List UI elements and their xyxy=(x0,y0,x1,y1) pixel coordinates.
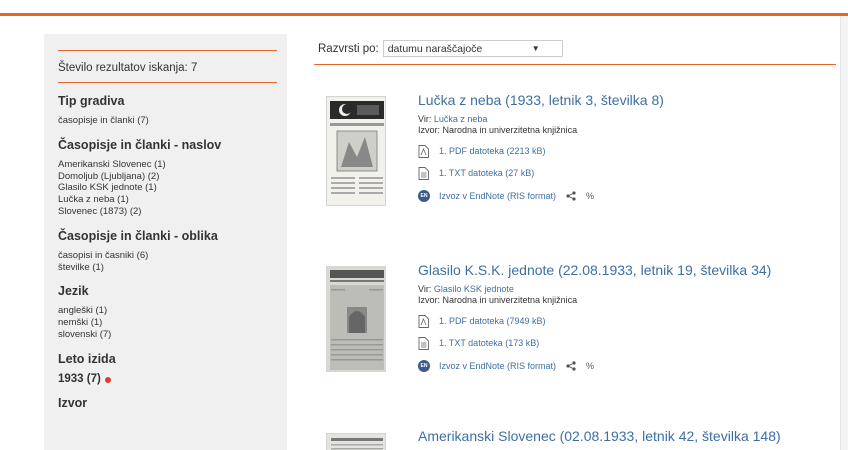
facet-year-label: 1933 (7) xyxy=(58,372,101,385)
remove-filter-icon[interactable] xyxy=(104,376,111,383)
facet-oblika: Časopisje in članki - oblika časopisi in… xyxy=(58,229,277,274)
facet-izvor: Izvor xyxy=(58,396,277,411)
facet-jezik: Jezik angleški (1) nemški (1) slovenski … xyxy=(58,284,277,340)
facet-item[interactable]: časopisje in članki (7) xyxy=(58,115,277,127)
share-icon[interactable] xyxy=(566,191,576,201)
sidebar-rule xyxy=(58,82,277,83)
result-body: Glasilo K.S.K. jednote (22.08.1933, letn… xyxy=(418,262,828,373)
txt-file-link[interactable]: 1. TXT datoteka (27 kB) xyxy=(418,166,828,180)
txt-file-label: 1. TXT datoteka (27 kB) xyxy=(439,168,535,178)
facet-title: Časopisje in članki - naslov xyxy=(58,137,222,152)
endnote-icon: EN xyxy=(418,190,430,202)
source-link[interactable]: Glasilo KSK jednote xyxy=(434,284,514,294)
result-title-link[interactable]: Amerikanski Slovenec (02.08.1933, letnik… xyxy=(418,428,828,445)
facet-title: Leto izida xyxy=(58,351,116,366)
sidebar-rule-top xyxy=(58,50,277,51)
dropdown-caret-icon: ▼ xyxy=(531,44,540,53)
facet-title: Jezik xyxy=(58,284,89,299)
pdf-file-label: 1. PDF datoteka (7949 kB) xyxy=(439,316,546,326)
text-file-icon xyxy=(418,166,429,180)
result-body: Lučka z neba (1933, letnik 3, številka 8… xyxy=(418,92,828,203)
facet-item[interactable]: slovenski (7) xyxy=(58,329,277,341)
source-label: Vir: xyxy=(418,114,432,124)
facet-item[interactable]: Amerikanski Slovenec (1) xyxy=(58,159,277,171)
link-icon[interactable]: % xyxy=(586,191,594,201)
result-thumbnail[interactable] xyxy=(326,96,386,206)
endnote-icon: EN xyxy=(418,360,430,372)
top-accent-bar xyxy=(0,0,848,16)
result-source: Vir: Lučka z neba xyxy=(418,114,828,125)
right-scroll-edge xyxy=(840,16,848,450)
facet-year-item[interactable]: 1933 (7) xyxy=(58,373,277,385)
result-origin: Izvor: Narodna in univerzitetna knjižnic… xyxy=(418,295,578,305)
txt-file-label: 1. TXT datoteka (173 kB) xyxy=(439,338,540,348)
sort-label: Razvrsti po: xyxy=(318,42,379,55)
result-thumbnail[interactable] xyxy=(326,433,386,450)
result-thumbnail[interactable] xyxy=(326,266,386,372)
result-count: Število rezultatov iskanja: 7 xyxy=(58,62,198,74)
newspaper-thumbnail-image xyxy=(327,267,385,371)
newspaper-thumbnail-image xyxy=(327,97,385,205)
sort-value: datumu naraščajoče xyxy=(387,42,483,55)
result-title-link[interactable]: Glasilo K.S.K. jednote (22.08.1933, letn… xyxy=(418,262,828,279)
facet-item[interactable]: Domoljub (Ljubljana) (2) xyxy=(58,171,277,183)
facet-tip-gradiva: Tip gradiva časopisje in članki (7) xyxy=(58,94,277,127)
share-icon[interactable] xyxy=(566,361,576,371)
newspaper-thumbnail-image xyxy=(327,434,385,450)
sort-select[interactable]: datumu naraščajoče ▼ xyxy=(382,40,563,57)
facet-sidebar: Število rezultatov iskanja: 7 Tip gradiv… xyxy=(44,34,287,450)
txt-file-link[interactable]: 1. TXT datoteka (173 kB) xyxy=(418,336,828,350)
sort-bar: Razvrsti po: datumu naraščajoče ▼ xyxy=(318,40,563,57)
facet-title: Časopisje in članki - oblika xyxy=(58,228,218,243)
facet-title: Tip gradiva xyxy=(58,94,125,108)
facet-item[interactable]: Slovenec (1873) (2) xyxy=(58,206,277,218)
facet-item[interactable]: Glasilo KSK jednote (1) xyxy=(58,182,277,194)
text-file-icon xyxy=(418,336,429,350)
facet-item[interactable]: številke (1) xyxy=(58,262,277,274)
pdf-file-icon xyxy=(418,314,429,328)
pdf-file-icon xyxy=(418,144,429,158)
source-label: Vir: xyxy=(418,284,432,294)
pdf-file-link[interactable]: 1. PDF datoteka (7949 kB) xyxy=(418,314,828,328)
result-origin: Izvor: Narodna in univerzitetna knjižnic… xyxy=(418,125,578,135)
facet-title: Izvor xyxy=(58,395,88,410)
export-row: EN Izvoz v EndNote (RIS format) % xyxy=(418,359,828,373)
export-endnote-link[interactable]: Izvoz v EndNote (RIS format) xyxy=(439,361,556,371)
facet-item[interactable]: angleški (1) xyxy=(58,305,277,317)
facet-item[interactable]: Lučka z neba (1) xyxy=(58,194,277,206)
facet-item[interactable]: nemški (1) xyxy=(58,317,277,329)
export-endnote-link[interactable]: Izvoz v EndNote (RIS format) xyxy=(439,191,556,201)
link-icon[interactable]: % xyxy=(586,361,594,371)
result-source: Vir: Glasilo KSK jednote xyxy=(418,284,828,295)
export-row: EN Izvoz v EndNote (RIS format) % xyxy=(418,189,828,203)
pdf-file-link[interactable]: 1. PDF datoteka (2213 kB) xyxy=(418,144,828,158)
facet-leto-izida: Leto izida 1933 (7) xyxy=(58,352,277,385)
facet-naslov: Časopisje in članki - naslov Amerikanski… xyxy=(58,138,277,218)
result-title-link[interactable]: Lučka z neba (1933, letnik 3, številka 8… xyxy=(418,92,828,109)
source-link[interactable]: Lučka z neba xyxy=(434,114,488,124)
result-body: Amerikanski Slovenec (02.08.1933, letnik… xyxy=(418,428,828,445)
facet-item[interactable]: časopisi in časniki (6) xyxy=(58,250,277,262)
pdf-file-label: 1. PDF datoteka (2213 kB) xyxy=(439,146,546,156)
results-rule xyxy=(314,64,836,65)
